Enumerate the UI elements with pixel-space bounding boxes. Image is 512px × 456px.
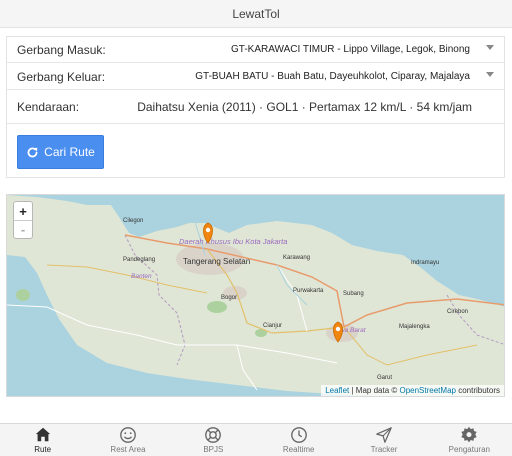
tab-bpjs[interactable]: BPJS	[171, 424, 256, 456]
map-label-garut: Garut	[377, 375, 392, 381]
osm-link[interactable]: OpenStreetMap	[399, 386, 455, 395]
route-map[interactable]: Cilegon Daerah Khusus Ibu Kota Jakarta T…	[6, 194, 505, 397]
map-label-subang: Subang	[343, 291, 364, 297]
java-sea	[7, 195, 504, 307]
tab-tracker[interactable]: Tracker	[341, 424, 426, 456]
map-label-purwakarta: Purwakarta	[293, 288, 324, 294]
tab-rute-label: Rute	[34, 445, 52, 454]
tab-rest-area[interactable]: Rest Area	[85, 424, 170, 456]
map-label-bogor: Bogor	[221, 295, 237, 301]
map-label-cirebon: Cirebon	[447, 309, 468, 315]
map-label-majalengka: Majalengka	[399, 324, 430, 330]
entry-gate-value[interactable]: GT-KARAWACI TIMUR - Lippo Village, Legok…	[231, 44, 470, 55]
zoom-out-button[interactable]: -	[14, 220, 32, 238]
leaflet-link[interactable]: Leaflet	[325, 386, 349, 395]
lifebuoy-icon	[205, 427, 222, 443]
vehicle-label: Kendaraan:	[17, 100, 80, 114]
exit-gate-label: Gerbang Keluar:	[17, 69, 106, 84]
entry-gate-label: Gerbang Masuk:	[17, 42, 106, 57]
tab-rest-area-label: Rest Area	[110, 445, 146, 454]
map-label-indramayu: Indramayu	[411, 260, 439, 266]
tab-realtime[interactable]: Realtime	[256, 424, 341, 456]
tab-bpjs-label: BPJS	[203, 445, 224, 454]
tab-pengaturan-label: Pengaturan	[448, 445, 490, 454]
tab-realtime-label: Realtime	[282, 445, 315, 454]
clock-icon	[290, 427, 307, 443]
exit-gate-value[interactable]: GT-BUAH BATU - Buah Batu, Dayeuhkolot, C…	[195, 71, 470, 82]
search-route-button[interactable]: Cari Rute	[17, 135, 104, 169]
vehicle-row[interactable]: Kendaraan: Daihatsu Xenia (2011) · GOL1 …	[7, 91, 504, 124]
search-route-label: Cari Rute	[44, 145, 95, 159]
map-label-cianjur: Cianjur	[263, 323, 282, 329]
zoom-control: + -	[13, 201, 33, 239]
tab-rute[interactable]: Rute	[0, 424, 85, 456]
send-icon	[376, 427, 392, 443]
map-label-jakarta: Daerah Khusus Ibu Kota Jakarta	[179, 237, 287, 246]
attribution-contrib: contributors	[455, 386, 500, 395]
map-label-karawang: Karawang	[283, 255, 310, 261]
forest-patch	[207, 301, 227, 313]
secondary-road	[236, 344, 258, 391]
map-label-tangerang: Tangerang Selatan	[183, 257, 250, 266]
tab-tracker-label: Tracker	[370, 445, 398, 454]
chevron-down-icon[interactable]	[486, 72, 494, 77]
bottom-tab-bar: Rute Rest Area BPJS Realtime Tracker Pen…	[0, 423, 512, 456]
map-label-pandeglang: Pandeglang	[123, 257, 155, 263]
map-label-banten: Banten	[131, 273, 152, 280]
attribution-text: | Map data ©	[349, 386, 400, 395]
route-form: Gerbang Masuk: GT-KARAWACI TIMUR - Lippo…	[6, 36, 505, 178]
smiley-icon	[120, 427, 136, 443]
forest-patch	[16, 289, 30, 301]
map-attribution: Leaflet | Map data © OpenStreetMap contr…	[321, 385, 504, 396]
exit-gate-select[interactable]: Gerbang Keluar: GT-BUAH BATU - Buah Batu…	[7, 64, 504, 90]
app-title: LewatTol	[0, 0, 512, 28]
zoom-in-button[interactable]: +	[14, 202, 32, 220]
vehicle-value[interactable]: Daihatsu Xenia (2011) · GOL1 · Pertamax …	[137, 100, 472, 114]
chevron-down-icon[interactable]	[486, 45, 494, 50]
primary-road	[46, 264, 208, 294]
banten-boundary	[124, 234, 186, 366]
refresh-icon	[27, 147, 38, 157]
map-tiles[interactable]: Cilegon Daerah Khusus Ibu Kota Jakarta T…	[7, 195, 505, 397]
home-icon	[35, 427, 50, 442]
tab-pengaturan[interactable]: Pengaturan	[427, 424, 512, 456]
entry-gate-select[interactable]: Gerbang Masuk: GT-KARAWACI TIMUR - Lippo…	[7, 37, 504, 63]
map-label-cilegon: Cilegon	[123, 218, 143, 224]
gear-icon	[461, 426, 477, 443]
